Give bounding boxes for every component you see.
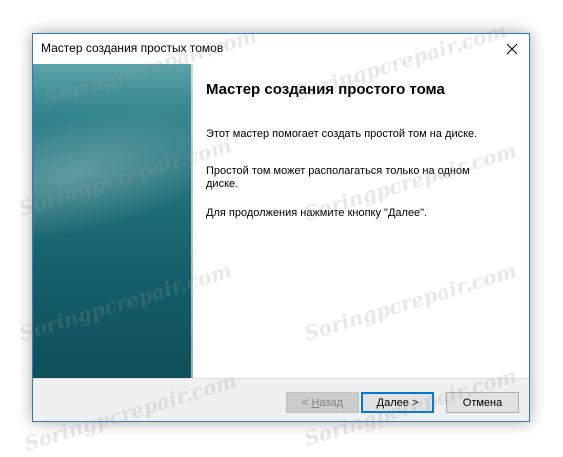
next-button[interactable]: Далее > (361, 392, 434, 413)
cancel-button-label: Отмена (462, 396, 503, 409)
button-bar: < Назад Далее > Отмена (33, 378, 529, 421)
banner-sheen (33, 78, 193, 250)
back-button-prefix: < (301, 396, 312, 409)
intro-paragraph: Этот мастер помогает создать простой том… (206, 128, 478, 140)
wizard-window: Мастер создания простых томов Мастер соз… (32, 33, 530, 422)
window-title: Мастер создания простых томов (41, 41, 224, 55)
wizard-side-banner (33, 64, 193, 378)
back-button-mnemonic: Н (311, 396, 320, 409)
info-paragraph: Простой том может располагаться только н… (206, 165, 470, 190)
close-icon (506, 43, 518, 55)
wizard-heading: Мастер создания простого тома (206, 81, 445, 98)
banner-edge (191, 64, 193, 378)
screen: Мастер создания простых томов Мастер соз… (0, 0, 563, 457)
wizard-content: Мастер создания простого тома Этот масте… (33, 64, 529, 378)
cancel-button[interactable]: Отмена (446, 392, 519, 413)
back-button[interactable]: < Назад (286, 392, 359, 413)
continue-paragraph: Для продолжения нажмите кнопку "Далее". (206, 207, 428, 219)
back-button-label: азад (319, 396, 343, 409)
next-button-mnemonic: Д (376, 396, 385, 409)
next-button-label: алее > (384, 396, 419, 409)
title-bar[interactable]: Мастер создания простых томов (33, 34, 529, 63)
close-button[interactable] (495, 34, 529, 63)
